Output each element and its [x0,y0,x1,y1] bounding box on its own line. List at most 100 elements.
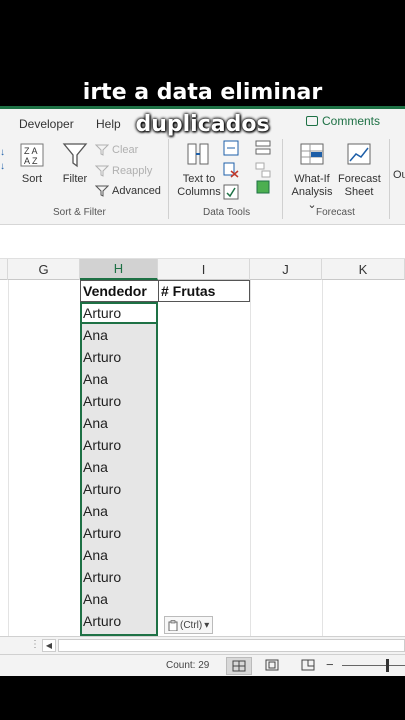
text-to-columns-label-2: Columns [177,186,221,198]
normal-view-button[interactable] [226,657,252,675]
header-cell-vendedor[interactable]: Vendedor [80,280,159,302]
video-bottom-bar [0,676,405,720]
video-caption-line2: duplicados [135,112,270,137]
zoom-out-icon[interactable]: − [326,657,334,672]
group-separator [389,139,390,219]
data-model-button[interactable] [254,179,272,199]
filter-label: Filter [62,173,88,185]
data-validation-button[interactable] [222,184,240,204]
horizontal-scrollbar-area: ⋮ ◀ [0,636,405,654]
column-header-j[interactable]: J [250,259,322,280]
table-cell[interactable]: Arturo [81,346,157,368]
gridline [322,280,323,636]
clear-label: Clear [112,144,139,156]
table-cell[interactable]: Arturo [81,610,157,632]
table-cell[interactable]: Ana [81,456,157,478]
what-if-analysis-button[interactable]: What-If Analysis ⌄ [287,141,337,212]
table-cell[interactable]: Arturo [81,522,157,544]
column-header-partial[interactable] [0,259,8,280]
reapply-label: Reapply [112,165,153,177]
group-separator [282,139,283,219]
column-header-g[interactable]: G [8,259,80,280]
table-cell[interactable]: Ana [81,324,157,346]
sort-button[interactable]: Z A A Z Sort [18,143,46,186]
table-cell[interactable]: Arturo [81,434,157,456]
data-validation-icon [223,184,239,200]
formula-area [0,225,405,259]
horizontal-scrollbar[interactable] [58,639,405,652]
column-headers: G H I J K [0,259,405,280]
table-cell[interactable]: Ana [81,544,157,566]
normal-view-icon [232,660,246,672]
flash-fill-button[interactable] [222,140,240,160]
data-model-icon [256,180,270,194]
data-tools-group-label: Data Tools [203,207,251,218]
table-cell[interactable]: Arturo [81,566,157,588]
column-header-i[interactable]: I [158,259,250,280]
filter-button[interactable]: Filter [60,141,90,186]
paste-options-button[interactable]: (Ctrl) ▾ [164,616,214,634]
scroll-left-button[interactable]: ◀ [42,639,56,652]
advanced-button[interactable]: Advanced [95,185,161,197]
what-if-analysis-icon [300,143,324,165]
more-options-icon[interactable]: ⋮ [30,639,40,650]
page-layout-view-button[interactable] [260,657,284,675]
table-cell[interactable]: Arturo [81,390,157,412]
reapply-button[interactable]: Reapply [95,165,152,177]
group-separator [168,139,169,219]
forecast-group-label: Forecast [316,207,355,218]
advanced-label: Advanced [112,185,161,197]
flash-fill-icon [223,140,239,156]
text-to-columns-button[interactable]: Text to Columns [176,141,222,199]
sort-label: Sort [21,173,43,185]
forecast-sheet-label-2: Sheet [344,186,374,198]
svg-text:A Z: A Z [24,156,38,166]
zoom-slider-thumb[interactable] [386,659,389,672]
paste-options-label: (Ctrl) [180,619,203,631]
clear-filter-icon [95,144,109,156]
chevron-left-icon: ◀ [45,641,53,650]
outline-button[interactable]: Ou [393,169,405,182]
zoom-slider[interactable] [342,665,405,666]
text-to-columns-label-1: Text to [182,173,216,185]
status-bar: Count: 29 − [0,654,405,676]
consolidate-icon [255,140,271,155]
filter-funnel-icon [62,143,88,168]
sort-filter-group-label: Sort & Filter [53,207,106,218]
table-cell[interactable]: Arturo [81,302,157,324]
text-to-columns-icon [187,143,209,165]
table-cell[interactable]: Arturo [81,478,157,500]
gridline [8,280,9,636]
table-cell[interactable]: Ana [81,412,157,434]
gridline [250,280,251,636]
what-if-label-1: What-If [294,173,330,185]
advanced-filter-icon [95,185,109,197]
status-count: Count: 29 [166,660,210,671]
forecast-sheet-button[interactable]: Forecast Sheet [338,141,381,199]
table-cell[interactable]: Ana [81,500,157,522]
page-break-icon [301,659,315,671]
chevron-down-icon: ▾ [204,619,210,631]
column-header-h[interactable]: H [80,259,158,280]
sort-ascending-icon: ↓↓ [0,147,5,172]
sort-az-button[interactable]: ↓ ↓ [0,143,10,177]
page-layout-icon [265,659,279,671]
svg-text:↓: ↓ [0,161,5,172]
relationships-icon [255,162,271,178]
svg-text:↓: ↓ [0,147,5,158]
clear-button[interactable]: Clear [95,144,138,156]
column-header-k[interactable]: K [322,259,405,280]
clipboard-icon [168,619,178,631]
remove-duplicates-icon [223,162,239,178]
worksheet-grid[interactable]: Vendedor # Frutas Arturo Ana Arturo Ana … [0,280,405,636]
header-cell-frutas[interactable]: # Frutas [158,280,250,302]
svg-text:Z A: Z A [24,146,38,156]
table-cell[interactable]: Ana [81,368,157,390]
remove-duplicates-button[interactable] [222,162,240,182]
forecast-sheet-label-1: Forecast [338,173,381,185]
video-caption-line1: irte a data eliminar [82,80,323,105]
forecast-sheet-icon [347,143,371,165]
table-cell[interactable]: Ana [81,588,157,610]
page-break-view-button[interactable] [296,657,320,675]
consolidate-button[interactable] [254,140,272,160]
